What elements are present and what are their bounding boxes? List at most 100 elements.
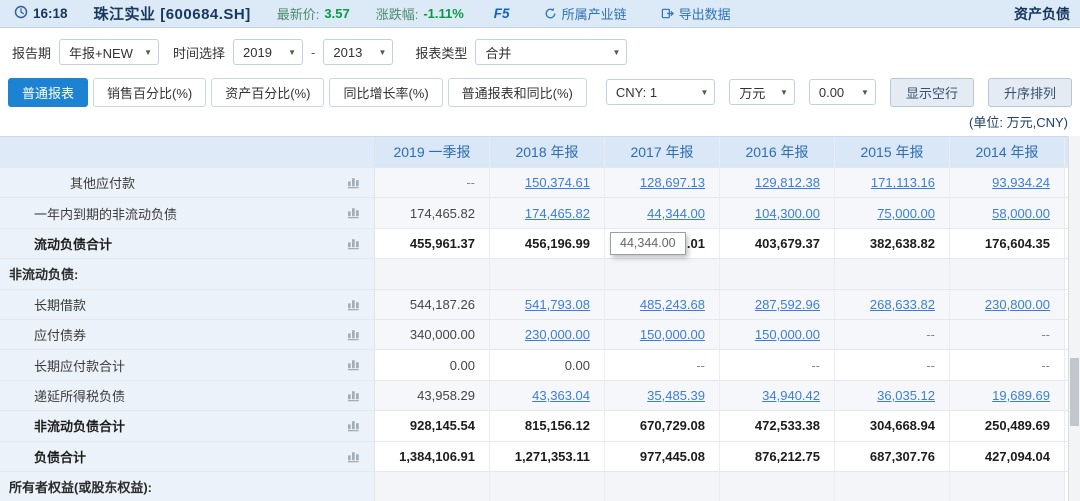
scrollbar-thumb[interactable] (1070, 358, 1079, 426)
cell-link[interactable]: 35,485.39 (605, 380, 720, 411)
chart-icon[interactable] (347, 419, 362, 432)
cell-link[interactable]: 44,344.00 (605, 198, 720, 228)
cell-value: 687,307.76 (835, 441, 950, 471)
cell-text: 268,633.82 (869, 296, 935, 312)
sort-ascending-button[interactable]: 升序排列 (987, 77, 1072, 107)
cell-value: 174,465.82 (375, 198, 490, 228)
cell-value (720, 259, 835, 289)
vertical-scrollbar[interactable] (1068, 136, 1080, 501)
tab-yoy-growth[interactable]: 同比增长率(%) (329, 77, 443, 107)
cell-link[interactable]: 150,000.00 (720, 319, 835, 350)
cell-link[interactable]: 287,592.96 (720, 289, 835, 319)
cell-link[interactable]: 34,940.42 (720, 380, 835, 411)
row-label-cell: 长期借款 (0, 289, 375, 319)
cell-text: 176,604.35 (984, 235, 1050, 251)
row-label-cell: 长期应付款合计 (0, 350, 375, 380)
cell-text: -- (696, 357, 705, 373)
chart-icon[interactable] (347, 450, 362, 463)
cell-value: 1,384,106.91 (375, 441, 490, 471)
cell-text: 403,679.37 (754, 235, 820, 251)
industry-chain-button[interactable]: 所属产业链 (544, 4, 627, 23)
cell-link[interactable]: 230,800.00 (950, 289, 1065, 319)
chart-icon[interactable] (347, 358, 362, 371)
cell-link[interactable]: 268,633.82 (835, 289, 950, 319)
cell-link[interactable]: 171,113.16 (835, 168, 950, 198)
chart-icon[interactable] (347, 176, 362, 189)
cell-link[interactable]: 128,697.13 (605, 168, 720, 198)
table-header-row: 2019 一季报 2018 年报 2017 年报 2016 年报 2015 年报 2014… (0, 137, 1068, 168)
cell-link[interactable]: 174,465.82 (490, 198, 605, 228)
report-type-select[interactable]: 合并 ▼ (475, 39, 628, 65)
cell-value: 876,212.75 (720, 441, 835, 471)
decimal-value: 0.00 (818, 84, 845, 100)
table-row: 长期借款 544,187.26 541,793.08 485,243.68 287,59… (0, 289, 1068, 320)
cell-link[interactable]: 36,035.12 (835, 380, 950, 411)
tab-normal-and-yoy[interactable]: 普通报表和同比(%) (447, 77, 587, 107)
year-from-select[interactable]: 2019 ▼ (233, 39, 304, 65)
decimal-select[interactable]: 0.00 ▼ (808, 79, 876, 105)
cell-text: 544,187.26 (409, 296, 475, 312)
report-period-value: 年报+NEW (69, 45, 133, 61)
cell-link[interactable]: 541,793.08 (490, 289, 605, 319)
cell-text: 43,363.04 (532, 387, 590, 403)
cell-text: 44,344.00 (647, 205, 705, 221)
cell-link[interactable]: 104,300.00 (720, 198, 835, 228)
cell-link[interactable]: 129,812.38 (720, 168, 835, 198)
cell-text: 815,156.12 (524, 418, 590, 434)
show-empty-rows-button[interactable]: 显示空行 (889, 77, 974, 107)
current-time: 16:18 (33, 6, 68, 21)
cell-link[interactable]: 43,363.04 (490, 380, 605, 411)
chart-icon[interactable] (347, 206, 362, 219)
f5-refresh-button[interactable]: F5 (494, 6, 510, 21)
cell-link[interactable]: 150,374.61 (490, 168, 605, 198)
cell-value: -- (835, 350, 950, 380)
industry-chain-label: 所属产业链 (561, 7, 627, 22)
year-to-select[interactable]: 2013 ▼ (323, 39, 394, 65)
row-label: 一年内到期的非流动负债 (34, 206, 178, 222)
cell-link[interactable]: 19,689.69 (950, 380, 1065, 411)
table-row: 其他应付款 -- 150,374.61 128,697.13 129,812.38 171… (0, 168, 1068, 199)
chevron-down-icon: ▼ (378, 48, 387, 57)
tab-asset-percent[interactable]: 资产百分比(%) (211, 77, 325, 107)
export-data-button[interactable]: 导出数据 (661, 4, 731, 23)
cell-text: 35,485.39 (647, 387, 705, 403)
unit-note: (单位: 万元,CNY) (969, 114, 1068, 130)
cell-value: 456,196.99 (490, 228, 605, 259)
table-row: 所有者权益(或股东权益): (0, 471, 1068, 501)
cell-link[interactable]: 230,000.00 (490, 319, 605, 350)
unit-select[interactable]: 万元 ▼ (729, 79, 795, 105)
cell-text: 75,000.00 (877, 205, 935, 221)
tab-normal-report[interactable]: 普通报表 (8, 77, 89, 107)
cell-value: 0.00 (490, 350, 605, 380)
cell-text: 541,793.08 (524, 296, 590, 312)
cell-value: 928,145.54 (375, 411, 490, 441)
cell-value: 250,489.69 (950, 411, 1065, 441)
cell-link[interactable]: 58,000.00 (950, 198, 1065, 228)
latest-price-value: 3.57 (324, 6, 350, 21)
chevron-down-icon: ▼ (779, 88, 788, 97)
cell-value: 670,729.08 (605, 411, 720, 441)
stock-name-code: 珠江实业 [600684.SH] (93, 6, 251, 23)
row-label-cell: 一年内到期的非流动负债 (0, 198, 375, 228)
change-value: -1.11% (423, 6, 464, 21)
report-period-select[interactable]: 年报+NEW ▼ (59, 39, 160, 65)
cell-value: -- (605, 350, 720, 380)
cell-value: -- (720, 350, 835, 380)
currency-select[interactable]: CNY: 1 ▼ (605, 79, 716, 105)
cell-value: .01 44,344.00 (605, 228, 720, 259)
cell-text: 1,271,353.11 (514, 448, 590, 464)
chart-icon[interactable] (347, 328, 362, 341)
cell-text: 150,000.00 (754, 327, 820, 343)
tab-sales-percent[interactable]: 销售百分比(%) (93, 77, 207, 107)
cell-link[interactable]: 485,243.68 (605, 289, 720, 319)
change-label: 涨跌幅: (375, 7, 419, 22)
chart-icon[interactable] (347, 237, 362, 250)
cell-link[interactable]: 75,000.00 (835, 198, 950, 228)
cell-value: -- (950, 350, 1065, 380)
chart-icon[interactable] (347, 389, 362, 402)
cell-value (375, 471, 490, 501)
cell-link[interactable]: 93,934.24 (950, 168, 1065, 198)
cell-link[interactable]: 150,000.00 (605, 319, 720, 350)
cell-text: 43,958.29 (417, 387, 475, 403)
chart-icon[interactable] (347, 298, 362, 311)
